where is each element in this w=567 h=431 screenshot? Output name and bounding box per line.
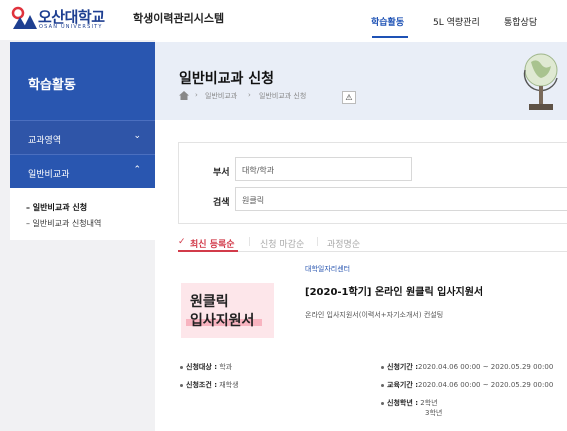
main-header: 일반비교과 신청 › 일반비교과 › 일반비교과 신청 ⚠: [155, 42, 567, 120]
thumbnail-line1: 원클릭: [190, 294, 229, 310]
sidebar-item-curricular[interactable]: 교과영역 ⌄: [10, 120, 155, 154]
meta-apply-period: 신청기간 :2020.04.06 00:00 ~ 2020.05.29 00:0…: [381, 362, 553, 372]
meta-target: 신청대상 : 학과: [180, 362, 232, 372]
tab-latest-icon: ✓: [178, 237, 186, 247]
sidebar-title: 학습활동: [28, 78, 76, 93]
breadcrumb-sep: ›: [248, 91, 251, 99]
thumbnail-line2: 입사지원서: [190, 313, 255, 329]
meta-label: 교육기간 :: [387, 381, 418, 389]
meta-value: 2020.04.06 00:00 ~ 2020.05.29 00:00: [418, 363, 554, 371]
dept-label: 부서: [213, 168, 230, 178]
sidebar-item-extracurricular[interactable]: 일반비교과 ⌃: [10, 154, 155, 188]
program-thumbnail[interactable]: 원클릭 입사지원서: [181, 283, 274, 338]
bullet-icon: [180, 383, 183, 387]
breadcrumb-item[interactable]: 일반비교과: [205, 91, 237, 101]
nav-learning-activity[interactable]: 학습활동: [371, 15, 404, 28]
meta-value: 재학생: [219, 381, 239, 389]
meta-value: 3학년: [425, 409, 443, 417]
breadcrumb-sep: ›: [195, 91, 198, 99]
bullet-icon: [381, 383, 384, 387]
sidebar-subitem-label: 일반비교과 신청: [32, 203, 88, 212]
logo-subtext: OSAN UNIVERSITY: [39, 24, 103, 30]
program-org: 대학일자리센터: [305, 265, 351, 273]
chevron-down-icon: ⌄: [133, 131, 141, 141]
meta-label: 신청조건 :: [186, 381, 217, 389]
meta-grade-extra: 3학년: [425, 408, 442, 418]
logo-mark-icon: [11, 6, 37, 29]
sidebar-subitem-apply[interactable]: – 일반비교과 신청: [26, 202, 87, 213]
tab-latest[interactable]: 최신 등록순: [190, 237, 235, 250]
sidebar-item-label: 일반비교과: [28, 170, 70, 180]
meta-label: 신청기간 :: [387, 363, 418, 371]
sidebar-item-label: 교과영역: [28, 136, 62, 146]
university-logo[interactable]: 오산대학교 OSAN UNIVERSITY: [10, 5, 118, 35]
tab-course-name[interactable]: 과정명순: [327, 237, 360, 250]
sidebar-subitem-label: 일반비교과 신청내역: [32, 219, 102, 228]
nav-active-indicator: [372, 36, 408, 38]
meta-condition: 신청조건 : 재학생: [180, 380, 239, 390]
tab-deadline[interactable]: 신청 마감순: [260, 237, 304, 250]
sidebar-submenu: – 일반비교과 신청 – 일반비교과 신청내역: [10, 188, 155, 240]
meta-edu-period: 교육기간 :2020.04.06 00:00 ~ 2020.05.29 00:0…: [381, 380, 553, 390]
sidebar-header: 학습활동: [10, 42, 155, 120]
globe-illustration-icon: [523, 53, 558, 110]
page: 오산대학교 OSAN UNIVERSITY 학생이력관리시스템 학습활동 5L …: [0, 0, 567, 431]
program-description: 온라인 입사지원서(이력서+자기소개서) 컨설팅: [305, 311, 444, 319]
program-title[interactable]: [2020-1학기] 온라인 원클릭 입사지원서: [305, 283, 483, 298]
tab-divider: |: [248, 237, 252, 247]
home-icon[interactable]: [179, 91, 189, 100]
bullet-icon: [381, 401, 384, 405]
tab-divider: |: [316, 237, 320, 247]
meta-label: 신청학년 :: [387, 399, 418, 407]
nav-integrated-counseling[interactable]: 통합상담: [504, 15, 537, 28]
search-panel: 부서 대학/학과 검색 원클릭: [178, 142, 567, 224]
top-header: 오산대학교 OSAN UNIVERSITY 학생이력관리시스템 학습활동 5L …: [0, 0, 567, 40]
sidebar-menu: 교과영역 ⌄ 일반비교과 ⌃ – 일반비교과 신청 – 일반비교과 신청내역: [10, 120, 155, 240]
keyword-label: 검색: [213, 198, 230, 208]
breadcrumb-item[interactable]: 일반비교과 신청: [259, 91, 306, 101]
meta-value: 2020.04.06 00:00 ~ 2020.05.29 00:00: [418, 381, 554, 389]
chevron-up-icon: ⌃: [133, 165, 141, 175]
warning-icon[interactable]: ⚠: [342, 91, 356, 104]
dept-select[interactable]: 대학/학과: [235, 157, 412, 181]
sidebar-subitem-history[interactable]: – 일반비교과 신청내역: [26, 218, 101, 229]
meta-label: 신청대상 :: [186, 363, 217, 371]
meta-grade: 신청학년 : 2학년: [381, 398, 438, 408]
bullet-icon: [180, 365, 183, 369]
tab-active-indicator: [178, 250, 238, 252]
keyword-input[interactable]: 원클릭: [235, 187, 567, 211]
system-title: 학생이력관리시스템: [133, 12, 225, 25]
nav-5l-competency[interactable]: 5L 역량관리: [433, 15, 480, 28]
bullet-icon: [381, 365, 384, 369]
page-title: 일반비교과 신청: [179, 71, 275, 87]
meta-value: 2학년: [420, 399, 438, 407]
meta-value: 학과: [219, 363, 233, 371]
